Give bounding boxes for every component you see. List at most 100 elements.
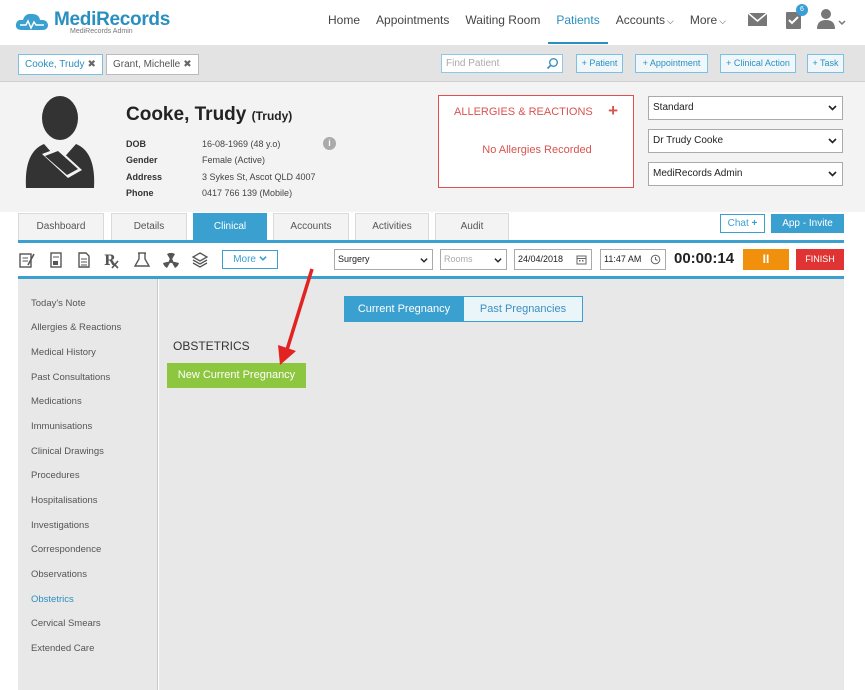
sidebar-item-extended-care[interactable]: Extended Care (31, 643, 94, 654)
tab-clinical[interactable]: Clinical (193, 213, 267, 240)
tab-accounts-label: Accounts (290, 221, 332, 232)
patient-tab-label: Grant, Michelle (113, 59, 181, 70)
nav-appointments-label: Appointments (376, 13, 450, 27)
layers-icon[interactable] (191, 251, 209, 269)
search-icon[interactable] (546, 57, 559, 70)
info-icon[interactable]: i (323, 137, 336, 150)
add-clinical-action-button[interactable]: + Clinical Action (720, 54, 796, 73)
tab-past-pregnancies[interactable]: Past Pregnancies (463, 296, 583, 322)
clinical-sidebar: Today's Note Allergies & Reactions Medic… (18, 279, 158, 690)
document-icon[interactable] (75, 251, 93, 269)
pathology-icon[interactable] (133, 251, 151, 269)
app-invite-button[interactable]: App - Invite (771, 214, 844, 233)
sidebar-item-past-consultations[interactable]: Past Consultations (31, 372, 110, 383)
chevron-down-icon (259, 256, 267, 261)
tab-accounts[interactable]: Accounts (273, 213, 349, 240)
tab-details-label: Details (133, 221, 165, 232)
nav-accounts[interactable]: Accounts ⌵ (608, 0, 682, 44)
sidebar-item-todays-note[interactable]: Today's Note (31, 298, 86, 309)
request-icon[interactable] (47, 251, 65, 269)
add-allergy-icon[interactable]: + (608, 101, 618, 121)
patient-tab-grant[interactable]: Grant, Michelle ✖ (106, 54, 199, 75)
tab-dashboard-label: Dashboard (36, 221, 86, 232)
chat-button[interactable]: Chat + (720, 214, 765, 233)
app-logo[interactable]: MediRecords MediRecords Admin (14, 8, 170, 38)
mail-icon[interactable] (746, 8, 770, 30)
allergies-title: ALLERGIES & REACTIONS (454, 106, 593, 118)
chevron-down-icon: ⌵ (719, 16, 727, 26)
nav-appointments[interactable]: Appointments (368, 0, 457, 44)
find-patient-input[interactable] (442, 55, 542, 72)
note-icon[interactable] (18, 251, 36, 269)
nav-waiting-room[interactable]: Waiting Room (457, 0, 548, 44)
time-field[interactable]: 11:47 AM (600, 249, 666, 270)
sidebar-item-procedures[interactable]: Procedures (31, 470, 80, 481)
gender-value: Female (Active) (202, 155, 266, 165)
logo-subtitle: MediRecords Admin (70, 28, 133, 35)
more-label: More (233, 254, 256, 265)
add-appointment-button[interactable]: + Appointment (635, 54, 708, 73)
close-icon[interactable]: ✖ (87, 59, 95, 70)
radiology-icon[interactable] (162, 251, 180, 269)
chevron-down-icon (828, 105, 837, 111)
patient-name-text: Cooke, Trudy (126, 104, 247, 125)
nav-more-label: More (689, 13, 718, 27)
patient-name: Cooke, Trudy (Trudy) (126, 104, 292, 126)
tab-details[interactable]: Details (111, 213, 187, 240)
sidebar-item-investigations[interactable]: Investigations (31, 520, 89, 531)
nav-accounts-label: Accounts (615, 13, 666, 27)
sidebar-item-cervical-smears[interactable]: Cervical Smears (31, 618, 101, 629)
sidebar-item-clinical-drawings[interactable]: Clinical Drawings (31, 446, 104, 457)
chat-plus-icon: + (751, 218, 758, 229)
rooms-placeholder: Rooms (444, 254, 473, 264)
tab-current-pregnancy[interactable]: Current Pregnancy (344, 296, 464, 322)
patient-preferred-name: (Trudy) (251, 109, 293, 123)
dob-label: DOB (126, 139, 146, 149)
clock-icon[interactable] (650, 254, 661, 265)
nav-patients[interactable]: Patients (548, 0, 608, 44)
tab-activities[interactable]: Activities (355, 213, 429, 240)
sidebar-item-hospitalisations[interactable]: Hospitalisations (31, 495, 98, 506)
phone-label: Phone (126, 188, 154, 198)
doctor-select[interactable]: Dr Trudy Cooke (648, 129, 843, 153)
address-value: 3 Sykes St, Ascot QLD 4007 (202, 172, 316, 182)
location-select[interactable]: MediRecords Admin (648, 162, 843, 186)
close-icon[interactable]: ✖ (183, 59, 191, 70)
allergies-status: No Allergies Recorded (482, 144, 592, 156)
date-value: 24/04/2018 (518, 254, 564, 264)
sidebar-item-medical-history[interactable]: Medical History (31, 347, 96, 358)
patient-tab-cooke[interactable]: Cooke, Trudy ✖ (18, 54, 103, 75)
tab-audit[interactable]: Audit (435, 213, 509, 240)
sidebar-item-obstetrics[interactable]: Obstetrics (31, 594, 74, 605)
doctor-select-value: Dr Trudy Cooke (653, 135, 724, 146)
date-field[interactable]: 24/04/2018 (514, 249, 592, 270)
sidebar-item-medications[interactable]: Medications (31, 396, 82, 407)
section-title: OBSTETRICS (173, 339, 250, 353)
add-patient-button[interactable]: + Patient (576, 54, 623, 73)
tab-dashboard[interactable]: Dashboard (18, 213, 104, 240)
add-task-button[interactable]: + Task (807, 54, 844, 73)
visit-type-select[interactable]: Surgery (334, 249, 433, 270)
nav-home[interactable]: Home (320, 0, 368, 44)
calendar-icon[interactable] (576, 254, 587, 265)
phone-value: 0417 766 139 (Mobile) (202, 188, 293, 198)
tasks-icon[interactable]: 6 (782, 4, 808, 30)
nav-patients-label: Patients (556, 13, 600, 27)
sidebar-item-immunisations[interactable]: Immunisations (31, 421, 92, 432)
user-menu[interactable] (816, 8, 850, 30)
location-select-value: MediRecords Admin (653, 168, 743, 179)
pause-button[interactable]: II (743, 249, 789, 270)
finish-button[interactable]: FINISH (796, 249, 844, 270)
sidebar-item-correspondence[interactable]: Correspondence (31, 544, 101, 555)
sidebar-item-allergies[interactable]: Allergies & Reactions (31, 322, 121, 333)
patient-tab-label: Cooke, Trudy (25, 59, 85, 70)
billing-select-value: Standard (653, 102, 694, 113)
gender-label: Gender (126, 155, 158, 165)
rooms-select[interactable]: Rooms (440, 249, 507, 270)
prescription-icon[interactable]: R (103, 251, 121, 269)
billing-select[interactable]: Standard (648, 96, 843, 120)
nav-more[interactable]: More ⌵ (682, 0, 734, 44)
dob-value: 16-08-1969 (48 y.o) (202, 139, 281, 149)
obstetrics-content (159, 279, 844, 690)
sidebar-item-observations[interactable]: Observations (31, 569, 87, 580)
